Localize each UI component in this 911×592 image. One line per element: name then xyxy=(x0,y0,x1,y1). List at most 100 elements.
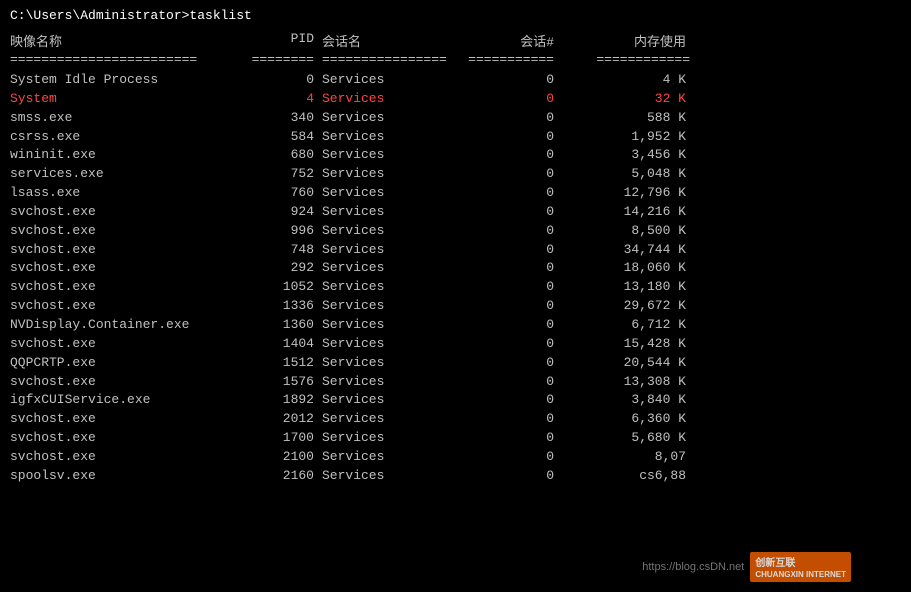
row-mem: 5,048 K xyxy=(560,165,690,184)
row-name: svchost.exe xyxy=(10,203,250,222)
table-row: igfxCUIService.exe 1892 Services 0 3,840… xyxy=(10,391,901,410)
row-pid: 292 xyxy=(250,259,320,278)
row-mem: 20,544 K xyxy=(560,354,690,373)
table-row: wininit.exe 680 Services 0 3,456 K xyxy=(10,146,901,165)
row-pid: 1360 xyxy=(250,316,320,335)
row-session-name: Services xyxy=(320,146,460,165)
row-name: csrss.exe xyxy=(10,128,250,147)
row-pid: 1576 xyxy=(250,373,320,392)
row-session-name: Services xyxy=(320,335,460,354)
command-line: C:\Users\Administrator>tasklist xyxy=(10,8,901,23)
row-pid: 1052 xyxy=(250,278,320,297)
row-mem: 13,308 K xyxy=(560,373,690,392)
row-session-num: 0 xyxy=(460,90,560,109)
table-row: smss.exe 340 Services 0 588 K xyxy=(10,109,901,128)
header-session-name: 会话名 xyxy=(320,31,460,50)
sep-pid: ======== xyxy=(250,52,320,67)
row-pid: 1512 xyxy=(250,354,320,373)
row-session-num: 0 xyxy=(460,109,560,128)
row-session-num: 0 xyxy=(460,448,560,467)
row-session-name: Services xyxy=(320,259,460,278)
table-row: spoolsv.exe 2160 Services 0 cs6,88 xyxy=(10,467,901,486)
row-name: svchost.exe xyxy=(10,448,250,467)
row-pid: 0 xyxy=(250,71,320,90)
row-pid: 748 xyxy=(250,241,320,260)
row-pid: 752 xyxy=(250,165,320,184)
row-pid: 2100 xyxy=(250,448,320,467)
table-row: svchost.exe 1700 Services 0 5,680 K xyxy=(10,429,901,448)
row-session-num: 0 xyxy=(460,467,560,486)
row-session-name: Services xyxy=(320,278,460,297)
sep-mem: ============ xyxy=(560,52,690,67)
sep-session-name: ================ xyxy=(320,52,460,67)
row-session-num: 0 xyxy=(460,410,560,429)
table-row: svchost.exe 924 Services 0 14,216 K xyxy=(10,203,901,222)
table-row: svchost.exe 2012 Services 0 6,360 K xyxy=(10,410,901,429)
header-name: 映像名称 xyxy=(10,31,250,50)
row-pid: 1892 xyxy=(250,391,320,410)
row-session-num: 0 xyxy=(460,278,560,297)
row-mem: 8,500 K xyxy=(560,222,690,241)
row-name: svchost.exe xyxy=(10,297,250,316)
row-session-name: Services xyxy=(320,410,460,429)
table-row: svchost.exe 1576 Services 0 13,308 K xyxy=(10,373,901,392)
row-name: svchost.exe xyxy=(10,241,250,260)
row-session-name: Services xyxy=(320,297,460,316)
row-session-num: 0 xyxy=(460,354,560,373)
watermark-url: https://blog.csDN.net xyxy=(642,561,744,573)
row-pid: 996 xyxy=(250,222,320,241)
table-separator: ======================== ======== ======… xyxy=(10,52,901,67)
table-row: svchost.exe 748 Services 0 34,744 K xyxy=(10,241,901,260)
row-session-num: 0 xyxy=(460,335,560,354)
row-name: services.exe xyxy=(10,165,250,184)
header-session-num: 会话# xyxy=(460,31,560,50)
watermark: https://blog.csDN.net 创新互联 CHUANGXIN INT… xyxy=(642,552,851,582)
row-session-num: 0 xyxy=(460,297,560,316)
row-session-name: Services xyxy=(320,90,460,109)
row-name: svchost.exe xyxy=(10,410,250,429)
row-name: smss.exe xyxy=(10,109,250,128)
row-name: spoolsv.exe xyxy=(10,467,250,486)
row-session-num: 0 xyxy=(460,373,560,392)
row-pid: 4 xyxy=(250,90,320,109)
table-row: NVDisplay.Container.exe 1360 Services 0 … xyxy=(10,316,901,335)
table-row: svchost.exe 1052 Services 0 13,180 K xyxy=(10,278,901,297)
row-pid: 1404 xyxy=(250,335,320,354)
row-session-name: Services xyxy=(320,354,460,373)
row-session-num: 0 xyxy=(460,71,560,90)
row-mem: 6,360 K xyxy=(560,410,690,429)
row-session-name: Services xyxy=(320,391,460,410)
row-pid: 584 xyxy=(250,128,320,147)
table-row: svchost.exe 292 Services 0 18,060 K xyxy=(10,259,901,278)
row-mem: 1,952 K xyxy=(560,128,690,147)
row-session-num: 0 xyxy=(460,222,560,241)
row-session-name: Services xyxy=(320,241,460,260)
row-mem: 12,796 K xyxy=(560,184,690,203)
row-session-name: Services xyxy=(320,165,460,184)
row-name: QQPCRTP.exe xyxy=(10,354,250,373)
row-session-name: Services xyxy=(320,71,460,90)
row-name: svchost.exe xyxy=(10,429,250,448)
row-mem: 14,216 K xyxy=(560,203,690,222)
row-session-name: Services xyxy=(320,203,460,222)
terminal-window: C:\Users\Administrator>tasklist 映像名称 PID… xyxy=(0,0,911,592)
row-session-name: Services xyxy=(320,316,460,335)
row-session-num: 0 xyxy=(460,241,560,260)
row-mem: 8,07 xyxy=(560,448,690,467)
sep-session-num: =========== xyxy=(460,52,560,67)
table-row: System Idle Process 0 Services 0 4 K xyxy=(10,71,901,90)
row-pid: 760 xyxy=(250,184,320,203)
table-row: svchost.exe 996 Services 0 8,500 K xyxy=(10,222,901,241)
row-pid: 924 xyxy=(250,203,320,222)
row-pid: 2012 xyxy=(250,410,320,429)
row-session-num: 0 xyxy=(460,316,560,335)
row-mem: 3,456 K xyxy=(560,146,690,165)
row-mem: cs6,88 xyxy=(560,467,690,486)
row-session-num: 0 xyxy=(460,165,560,184)
table-row: QQPCRTP.exe 1512 Services 0 20,544 K xyxy=(10,354,901,373)
row-name: svchost.exe xyxy=(10,278,250,297)
row-name: System Idle Process xyxy=(10,71,250,90)
row-session-name: Services xyxy=(320,373,460,392)
table-row: services.exe 752 Services 0 5,048 K xyxy=(10,165,901,184)
table-row: svchost.exe 1404 Services 0 15,428 K xyxy=(10,335,901,354)
